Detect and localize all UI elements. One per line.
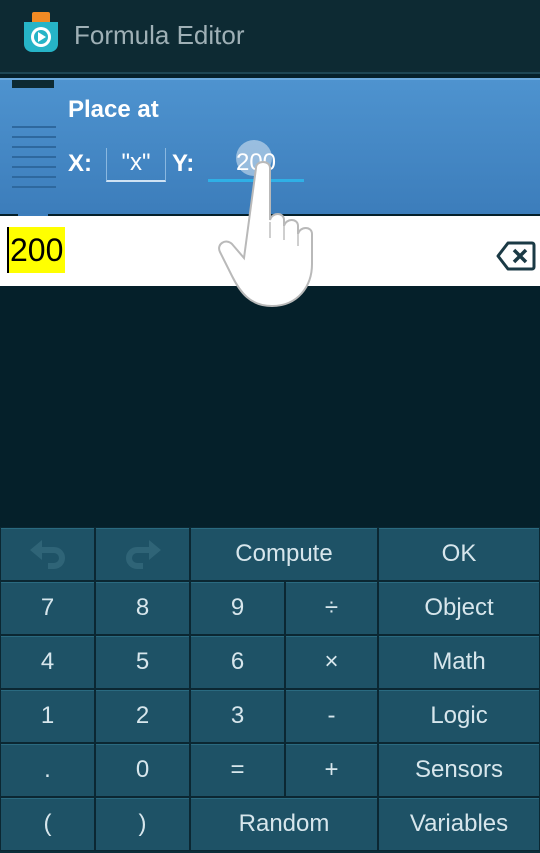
app-title: Formula Editor <box>74 20 245 50</box>
key-1[interactable]: 1 <box>0 689 95 743</box>
formula-text[interactable]: 200 <box>8 227 66 273</box>
x-label: X: <box>68 150 92 177</box>
undo-button[interactable] <box>0 527 95 581</box>
random-button[interactable]: Random <box>190 797 378 851</box>
x-value-field[interactable]: "x" <box>106 148 166 182</box>
key-8[interactable]: 8 <box>95 581 190 635</box>
key-open-paren[interactable]: ( <box>0 797 95 851</box>
key-9[interactable]: 9 <box>190 581 285 635</box>
key-dot[interactable]: . <box>0 743 95 797</box>
undo-icon <box>29 540 65 569</box>
brick-notch <box>12 80 54 88</box>
place-at-brick[interactable]: Place at X: "x" Y: 200 <box>0 78 540 220</box>
brick-grip-icon <box>12 126 56 196</box>
formula-input[interactable]: 200 <box>0 216 540 286</box>
compute-button[interactable]: Compute <box>190 527 378 581</box>
key-4[interactable]: 4 <box>0 635 95 689</box>
touch-indicator <box>236 140 272 176</box>
redo-icon <box>125 540 161 569</box>
redo-button[interactable] <box>95 527 190 581</box>
math-button[interactable]: Math <box>378 635 540 689</box>
formula-keyboard: Compute OK 7 8 9 ÷ Object 4 5 6 × Math 1… <box>0 527 540 853</box>
key-divide[interactable]: ÷ <box>285 581 378 635</box>
key-3[interactable]: 3 <box>190 689 285 743</box>
text-cursor <box>7 227 9 273</box>
key-close-paren[interactable]: ) <box>95 797 190 851</box>
key-multiply[interactable]: × <box>285 635 378 689</box>
key-plus[interactable]: + <box>285 743 378 797</box>
key-6[interactable]: 6 <box>190 635 285 689</box>
app-logo-icon[interactable] <box>20 12 62 56</box>
y-label: Y: <box>172 150 195 177</box>
key-0[interactable]: 0 <box>95 743 190 797</box>
key-2[interactable]: 2 <box>95 689 190 743</box>
variables-button[interactable]: Variables <box>378 797 540 851</box>
key-equals[interactable]: = <box>190 743 285 797</box>
sensors-button[interactable]: Sensors <box>378 743 540 797</box>
key-7[interactable]: 7 <box>0 581 95 635</box>
object-button[interactable]: Object <box>378 581 540 635</box>
brick-title: Place at <box>68 96 159 123</box>
ok-button[interactable]: OK <box>378 527 540 581</box>
key-minus[interactable]: - <box>285 689 378 743</box>
key-5[interactable]: 5 <box>95 635 190 689</box>
backspace-icon[interactable] <box>496 240 536 272</box>
action-bar: Formula Editor <box>0 0 540 74</box>
logic-button[interactable]: Logic <box>378 689 540 743</box>
